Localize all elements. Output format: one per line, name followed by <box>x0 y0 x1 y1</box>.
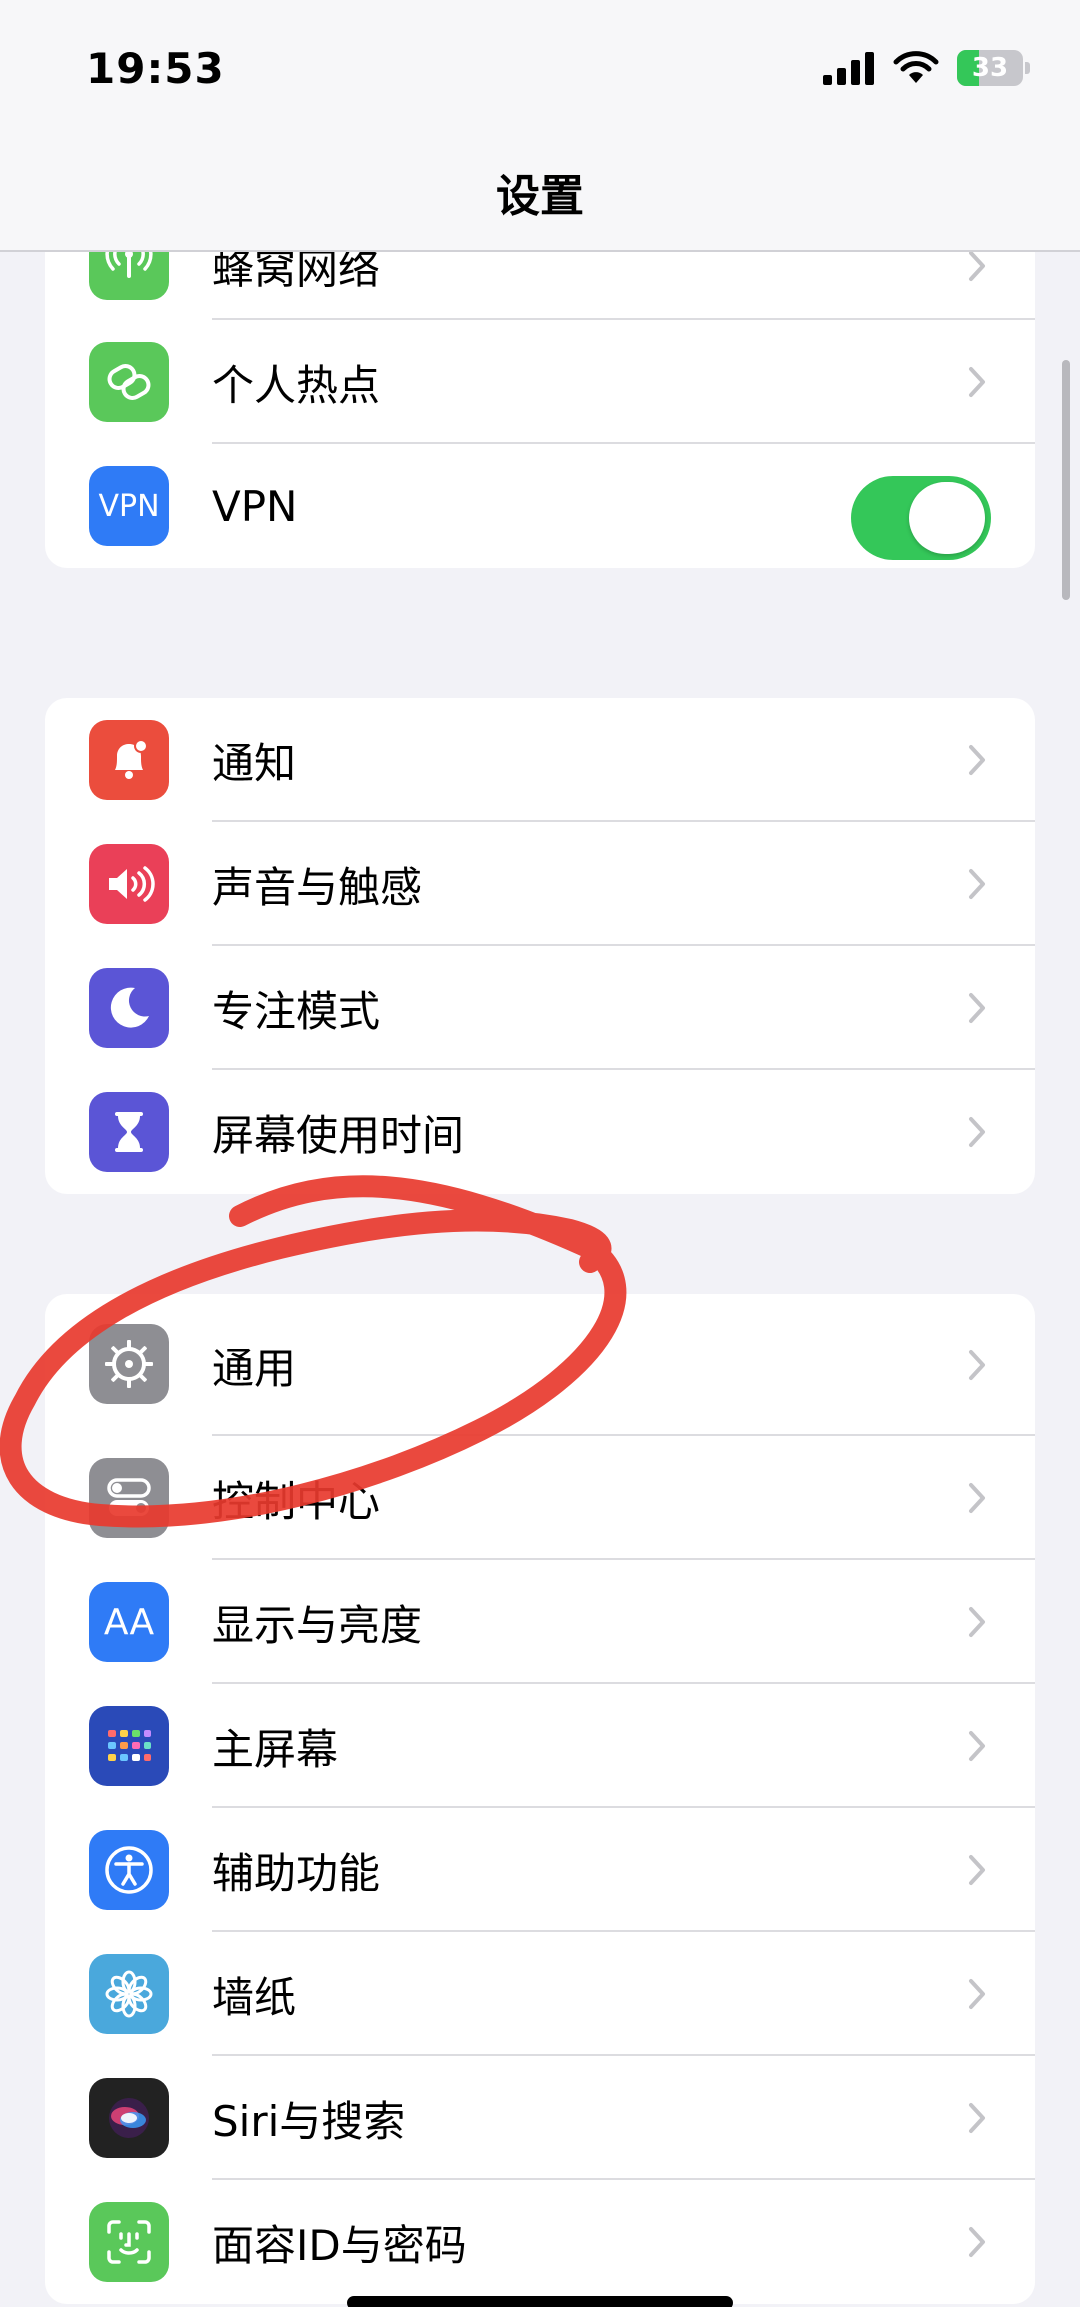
settings-row-face-id[interactable]: 面容ID与密码 <box>45 2180 1035 2304</box>
nav-header: 19:53 33 设置 <box>0 0 1080 252</box>
settings-row-hotspot[interactable]: 个人热点 <box>45 320 1035 444</box>
text-size-icon-text: AA <box>103 1601 155 1643</box>
text-size-icon: AA <box>89 1582 169 1662</box>
settings-row-label: 通知 <box>212 738 297 788</box>
chevron-right-icon <box>969 1855 985 1885</box>
settings-row-label: 个人热点 <box>212 360 381 410</box>
home-screen-grid-icon <box>89 1706 169 1786</box>
chevron-right-icon <box>969 1979 985 2009</box>
status-icons: 33 <box>823 48 1030 88</box>
accessibility-icon <box>89 1830 169 1910</box>
speaker-icon <box>89 844 169 924</box>
settings-row-label: 专注模式 <box>212 986 381 1036</box>
chevron-right-icon <box>969 1117 985 1147</box>
settings-row-vpn[interactable]: VPN VPN <box>45 444 1035 568</box>
hourglass-icon <box>89 1092 169 1172</box>
chevron-right-icon <box>969 1350 985 1380</box>
settings-group-general: 通用 控制中心 AA 显示与亮度 主屏幕 辅助功能 墙纸 Siri与搜索 面容I… <box>45 1294 1035 2304</box>
status-time: 19:53 <box>86 44 225 93</box>
battery-indicator: 33 <box>957 50 1023 86</box>
chevron-right-icon <box>969 1483 985 1513</box>
vpn-toggle[interactable] <box>851 476 991 560</box>
wifi-icon <box>893 51 939 83</box>
settings-row-notifications[interactable]: 通知 <box>45 698 1035 822</box>
chevron-right-icon <box>969 2103 985 2133</box>
flower-icon <box>89 1954 169 2034</box>
chevron-right-icon <box>969 2227 985 2257</box>
settings-row-focus[interactable]: 专注模式 <box>45 946 1035 1070</box>
chevron-right-icon <box>969 993 985 1023</box>
chevron-right-icon <box>969 367 985 397</box>
settings-row-label: 屏幕使用时间 <box>212 1110 465 1160</box>
settings-row-general[interactable]: 通用 <box>45 1294 1035 1436</box>
settings-row-home-screen[interactable]: 主屏幕 <box>45 1684 1035 1808</box>
chevron-right-icon <box>969 251 985 281</box>
hotspot-chain-icon <box>89 342 169 422</box>
settings-row-label: 主屏幕 <box>212 1724 339 1774</box>
siri-icon <box>89 2078 169 2158</box>
control-toggles-icon <box>89 1458 169 1538</box>
gear-icon <box>89 1324 169 1404</box>
settings-row-siri[interactable]: Siri与搜索 <box>45 2056 1035 2180</box>
settings-row-label: 面容ID与密码 <box>212 2220 467 2270</box>
cellular-signal-icon <box>823 52 874 85</box>
page-title: 设置 <box>496 171 584 222</box>
vpn-icon: VPN <box>89 466 169 546</box>
toggle-knob <box>909 482 985 554</box>
settings-row-screen-time[interactable]: 屏幕使用时间 <box>45 1070 1035 1194</box>
moon-icon <box>89 968 169 1048</box>
chevron-right-icon <box>969 869 985 899</box>
settings-row-sounds[interactable]: 声音与触感 <box>45 822 1035 946</box>
settings-row-label: 显示与亮度 <box>212 1600 423 1650</box>
vpn-icon-text: VPN <box>98 488 160 524</box>
settings-row-label: 墙纸 <box>212 1972 297 2022</box>
settings-screen: 蜂窝网络 个人热点 VPN VPN 通知 声音与触感 专注模式 屏幕使用时间 通… <box>0 0 1080 2307</box>
settings-row-display[interactable]: AA 显示与亮度 <box>45 1560 1035 1684</box>
settings-row-label: 辅助功能 <box>212 1848 381 1898</box>
battery-tip <box>1025 62 1030 74</box>
settings-row-label: 通用 <box>212 1343 297 1393</box>
chevron-right-icon <box>969 1731 985 1761</box>
scrollbar[interactable] <box>1062 360 1070 600</box>
settings-row-label: Siri与搜索 <box>212 2096 406 2146</box>
bell-icon <box>89 720 169 800</box>
chevron-right-icon <box>969 745 985 775</box>
settings-row-label: 控制中心 <box>212 1476 381 1526</box>
face-id-icon <box>89 2202 169 2282</box>
settings-row-label: VPN <box>212 481 298 531</box>
settings-group-connectivity: 蜂窝网络 个人热点 VPN VPN <box>45 214 1035 568</box>
settings-row-accessibility[interactable]: 辅助功能 <box>45 1808 1035 1932</box>
settings-row-wallpaper[interactable]: 墙纸 <box>45 1932 1035 2056</box>
battery-percent: 33 <box>971 53 1009 83</box>
chevron-right-icon <box>969 1607 985 1637</box>
settings-group-notifications: 通知 声音与触感 专注模式 屏幕使用时间 <box>45 698 1035 1194</box>
settings-row-control-center[interactable]: 控制中心 <box>45 1436 1035 1560</box>
home-indicator[interactable] <box>347 2296 733 2307</box>
settings-row-label: 声音与触感 <box>212 862 423 912</box>
